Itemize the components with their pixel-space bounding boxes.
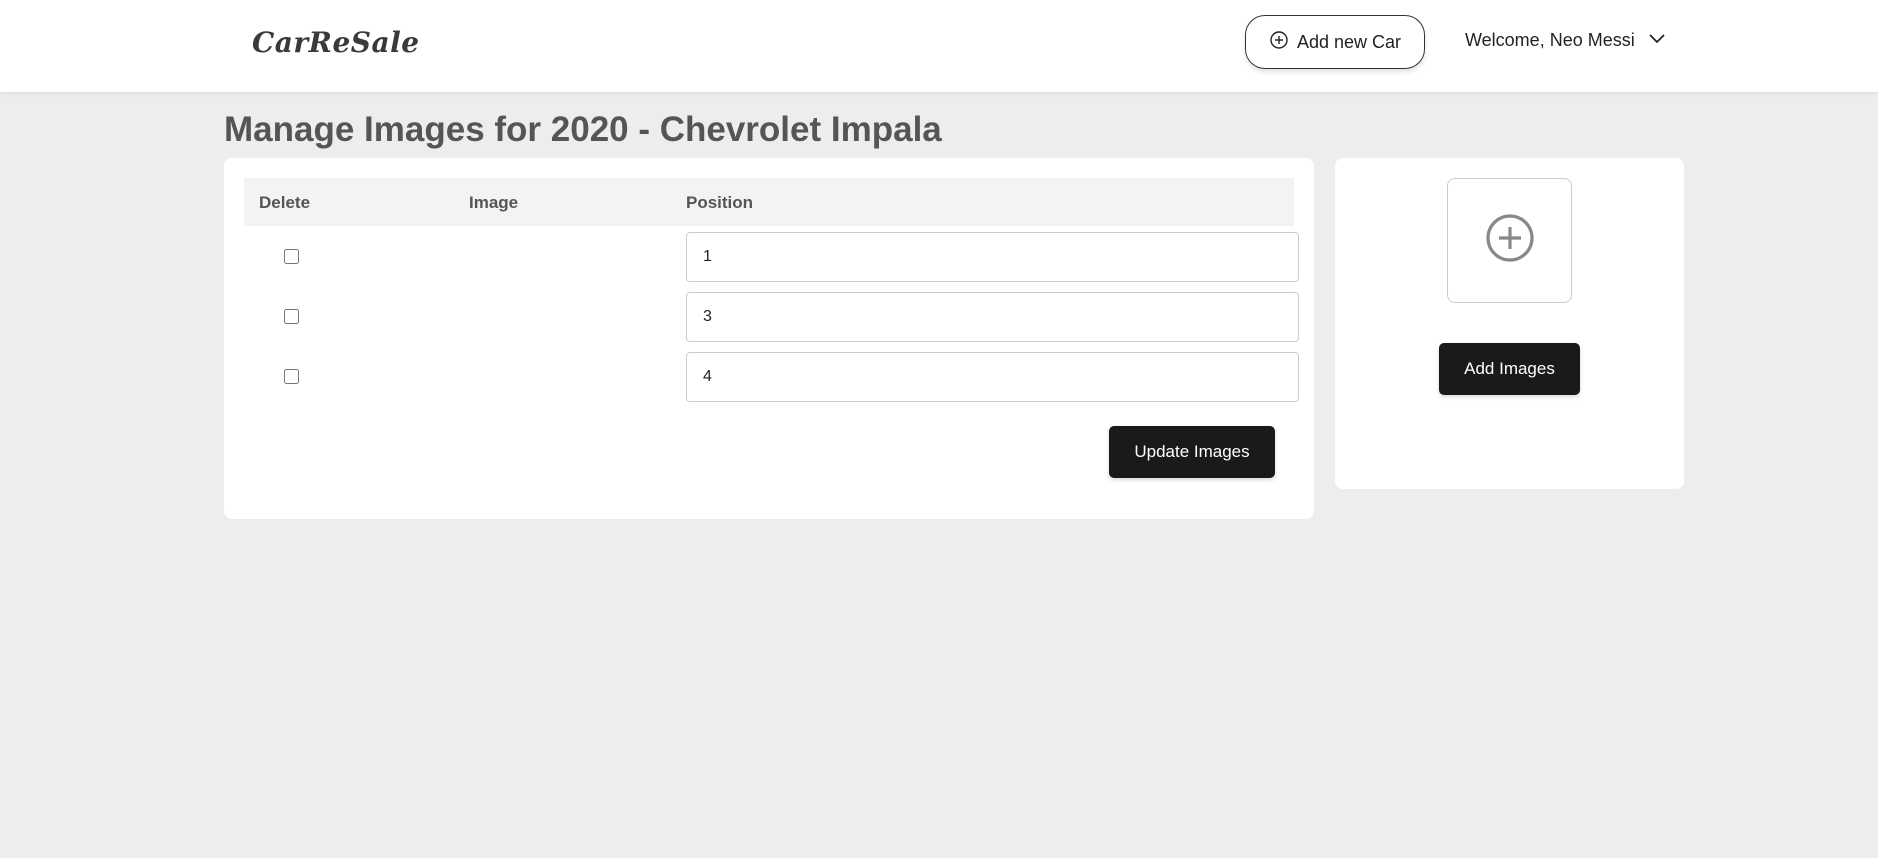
table-row — [244, 352, 1299, 402]
position-input[interactable] — [686, 232, 1299, 282]
delete-checkbox[interactable] — [284, 369, 299, 384]
page-title: Manage Images for 2020 - Chevrolet Impal… — [224, 110, 942, 149]
images-card: Delete Image Position Update Images — [224, 158, 1314, 519]
position-input[interactable] — [686, 352, 1299, 402]
position-input[interactable] — [686, 292, 1299, 342]
brand-logo[interactable]: CarReSale — [252, 26, 420, 59]
chevron-down-icon — [1647, 30, 1667, 51]
welcome-text: Welcome, Neo Messi — [1465, 30, 1635, 50]
delete-checkbox[interactable] — [284, 309, 299, 324]
navbar: CarReSale Add new Car Welcome, Neo Messi — [0, 0, 1878, 92]
add-images-button[interactable]: Add Images — [1439, 343, 1580, 395]
add-new-car-button[interactable]: Add new Car — [1245, 15, 1425, 69]
image-upload-dropzone[interactable] — [1447, 178, 1572, 303]
plus-circle-icon — [1269, 30, 1289, 55]
update-images-button[interactable]: Update Images — [1109, 426, 1275, 478]
column-position: Position — [686, 193, 754, 212]
table-row — [244, 232, 1299, 282]
plus-circle-icon — [1484, 212, 1536, 269]
table-header: Delete Image Position — [244, 178, 1294, 226]
column-image: Image — [469, 193, 519, 212]
delete-checkbox[interactable] — [284, 249, 299, 264]
upload-card: Add Images — [1335, 158, 1684, 489]
column-delete: Delete — [259, 193, 311, 212]
table-row — [244, 292, 1299, 342]
user-menu[interactable]: Welcome, Neo Messi — [1465, 30, 1667, 51]
add-new-car-label: Add new Car — [1296, 31, 1402, 52]
